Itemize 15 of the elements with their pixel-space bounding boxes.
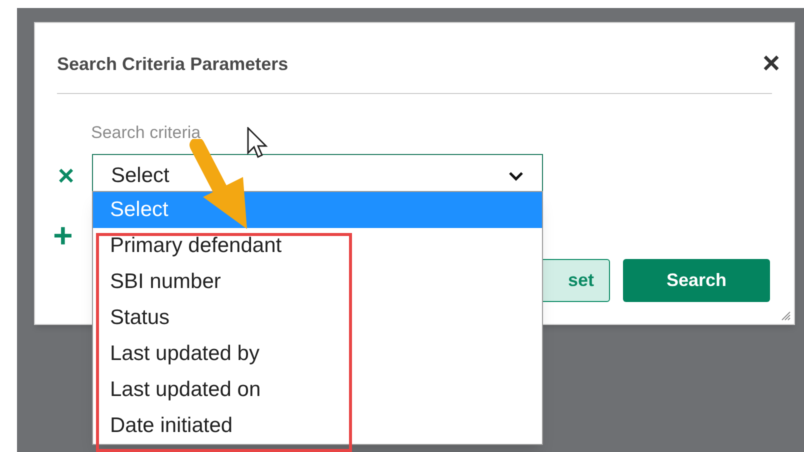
- dialog-title: Search Criteria Parameters: [57, 52, 288, 76]
- dropdown-option[interactable]: Primary defendant: [93, 228, 542, 264]
- close-button[interactable]: ×: [762, 49, 780, 79]
- dropdown-option[interactable]: SBI number: [93, 264, 542, 300]
- remove-criterion-button[interactable]: ×: [55, 162, 77, 190]
- dropdown-option[interactable]: Status: [93, 300, 542, 336]
- dropdown-option[interactable]: Last updated by: [93, 336, 542, 372]
- dropdown-option[interactable]: Date initiated: [93, 408, 542, 444]
- field-label: Search criteria: [91, 123, 201, 142]
- mouse-cursor-icon: [247, 127, 269, 161]
- search-button[interactable]: Search: [623, 259, 770, 302]
- add-criterion-button[interactable]: +: [53, 219, 73, 253]
- resize-grip-icon: [781, 311, 791, 321]
- dropdown-option[interactable]: Last updated on: [93, 372, 542, 408]
- chevron-down-icon: [508, 170, 524, 180]
